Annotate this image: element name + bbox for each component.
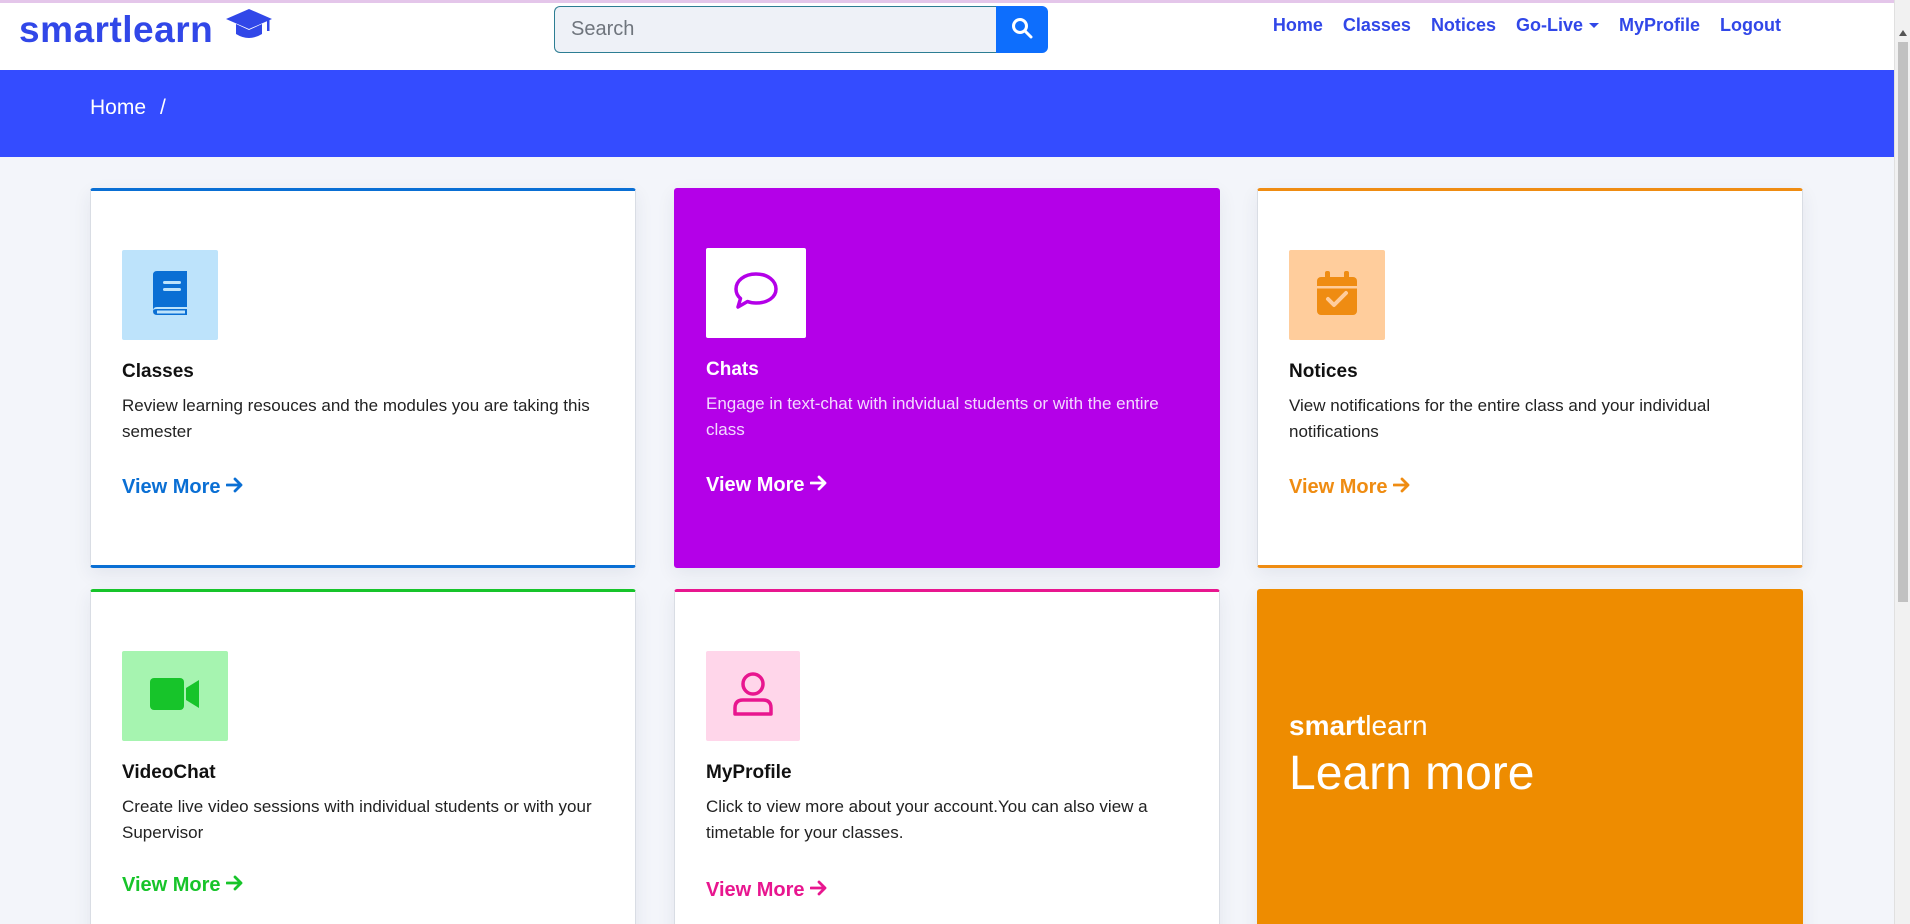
search-input[interactable]: [554, 6, 996, 53]
brand-name: smartlearn: [19, 8, 214, 50]
nav-logout[interactable]: Logout: [1710, 15, 1791, 36]
videochat-card: VideoChat Create live video sessions wit…: [90, 589, 636, 924]
video-camera-icon: [148, 676, 202, 717]
chats-card: Chats Engage in text-chat with indvidual…: [674, 188, 1220, 568]
nav-classes-label: Classes: [1342, 15, 1411, 35]
breadcrumb: Home /: [90, 96, 166, 120]
card-title: VideoChat: [122, 762, 216, 783]
videochat-view-more-link[interactable]: View More: [122, 874, 244, 897]
view-more-label: View More: [122, 874, 221, 896]
myprofile-view-more-link[interactable]: View More: [706, 879, 828, 902]
chats-icon-box: [706, 248, 806, 338]
card-title: Chats: [706, 359, 759, 380]
view-more-label: View More: [706, 474, 805, 496]
view-more-label: View More: [706, 879, 805, 901]
notices-view-more-link[interactable]: View More: [1289, 476, 1411, 499]
nav-myprofile[interactable]: MyProfile: [1609, 15, 1710, 36]
arrow-right-icon: [225, 476, 244, 499]
myprofile-card: MyProfile Click to view more about your …: [674, 589, 1220, 924]
nav-notices-label: Notices: [1430, 15, 1496, 35]
search-button[interactable]: [996, 6, 1048, 53]
nav-logout-label: Logout: [1720, 15, 1781, 35]
card-description: View notifications for the entire class …: [1289, 396, 1711, 441]
myprofile-icon-box: [706, 651, 800, 741]
person-icon: [731, 670, 775, 723]
videochat-icon-box: [122, 651, 228, 741]
chats-view-more-link[interactable]: View More: [706, 474, 828, 497]
chat-bubble-icon: [732, 270, 780, 317]
search-icon: [1011, 17, 1033, 42]
nav-home[interactable]: Home: [1263, 15, 1333, 36]
nav-go-live-label: Go-Live: [1515, 15, 1583, 35]
arrow-right-icon: [225, 874, 244, 897]
card-description: Review learning resouces and the modules…: [122, 396, 590, 441]
card-description: Click to view more about your account.Yo…: [706, 797, 1148, 842]
classes-icon-box: [122, 250, 218, 340]
classes-card: Classes Review learning resouces and the…: [90, 188, 636, 568]
arrow-right-icon: [1392, 476, 1411, 499]
chevron-down-icon: [1588, 23, 1599, 28]
nav-home-label: Home: [1272, 15, 1323, 35]
search-form: [554, 6, 1048, 53]
graduation-cap-icon: [225, 7, 273, 52]
nav-notices[interactable]: Notices: [1421, 15, 1506, 36]
card-title: Classes: [122, 361, 194, 382]
arrow-right-icon: [809, 879, 828, 902]
page-scrollbar[interactable]: [1894, 0, 1910, 924]
learn-more-link[interactable]: Learn more: [1289, 746, 1534, 801]
nav-classes[interactable]: Classes: [1333, 15, 1421, 36]
classes-view-more-link[interactable]: View More: [122, 476, 244, 499]
card-title: Notices: [1289, 361, 1358, 382]
breadcrumb-separator: /: [160, 96, 166, 119]
card-description: Engage in text-chat with indvidual stude…: [706, 394, 1159, 439]
top-navbar: smartlearn Home Classes Notices Go-Live …: [0, 0, 1894, 70]
promo-brand-bold: smart: [1289, 710, 1366, 741]
nav-go-live-dropdown[interactable]: Go-Live: [1506, 15, 1609, 36]
notices-card: Notices View notifications for the entir…: [1257, 188, 1803, 568]
nav-myprofile-label: MyProfile: [1618, 15, 1701, 35]
calendar-check-icon: [1315, 269, 1359, 322]
breadcrumb-banner: Home /: [0, 70, 1894, 157]
card-title: MyProfile: [706, 762, 792, 783]
book-icon: [149, 269, 191, 322]
scroll-up-arrow-icon[interactable]: [1899, 30, 1907, 36]
breadcrumb-home[interactable]: Home: [90, 96, 146, 120]
card-description: Create live video sessions with individu…: [122, 797, 592, 842]
promo-brand-light: learn: [1365, 710, 1428, 741]
view-more-label: View More: [1289, 476, 1388, 498]
notices-icon-box: [1289, 250, 1385, 340]
brand-logo-link[interactable]: smartlearn: [19, 7, 273, 52]
view-more-label: View More: [122, 476, 221, 498]
scrollbar-thumb[interactable]: [1898, 42, 1908, 602]
promo-brand: smartlearn: [1289, 710, 1428, 742]
arrow-right-icon: [809, 474, 828, 497]
learn-more-promo-card[interactable]: smartlearn Learn more: [1257, 589, 1803, 924]
main-nav: Home Classes Notices Go-Live MyProfile L…: [1263, 15, 1791, 36]
